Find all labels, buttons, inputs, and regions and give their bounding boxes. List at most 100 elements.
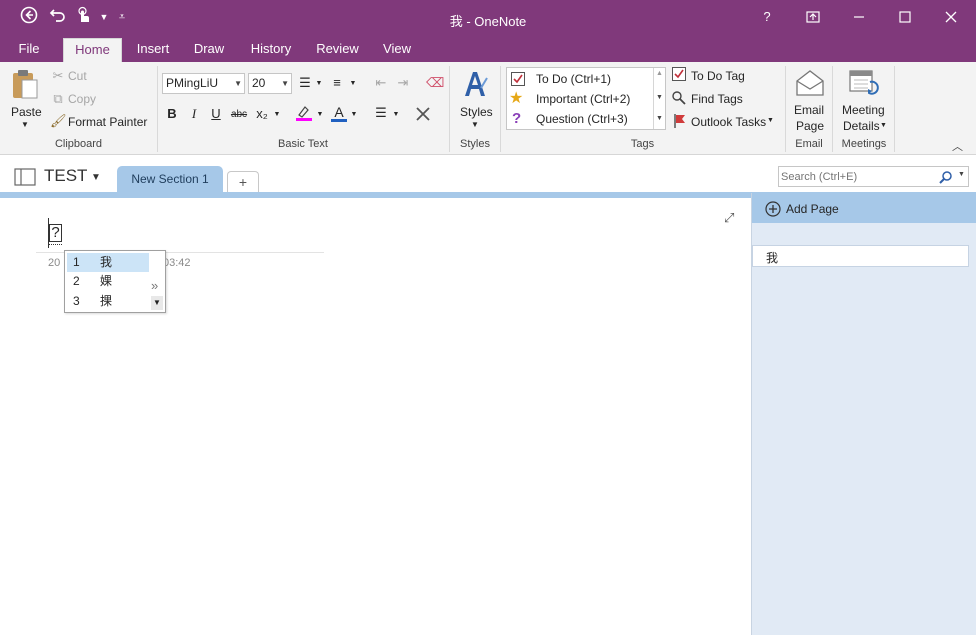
chevron-down-icon[interactable]: ▼ — [314, 76, 324, 92]
ime-candidate[interactable]: 3 捰 — [67, 292, 149, 311]
styles-icon — [465, 72, 488, 96]
scroll-up-icon[interactable]: ▲ — [656, 70, 663, 77]
page-list-item[interactable]: 我 — [752, 245, 969, 267]
subscript-button[interactable]: x₂ — [253, 106, 271, 122]
scroll-down-icon[interactable]: ▼ — [656, 94, 663, 101]
tag-important-label: Important (Ctrl+2) — [536, 92, 631, 106]
find-tags-button[interactable]: Find Tags — [691, 92, 743, 106]
ime-underline — [49, 244, 62, 245]
collapse-ribbon-icon[interactable]: ︿ — [952, 138, 963, 154]
ime-expand-button[interactable]: » — [151, 278, 158, 293]
close-button[interactable] — [928, 0, 974, 34]
outlook-tasks-button[interactable]: Outlook Tasks — [691, 115, 766, 129]
clear-formatting-icon[interactable]: ⌫ — [426, 75, 444, 91]
expand-icon[interactable]: ⤢ — [724, 210, 734, 226]
chevron-down-icon[interactable]: ▼ — [348, 76, 358, 92]
minimize-button[interactable] — [836, 0, 882, 34]
tab-file[interactable]: File — [8, 38, 50, 62]
chevron-down-icon[interactable]: ▼ — [281, 74, 289, 93]
chevron-down-icon[interactable]: ▼ — [349, 107, 359, 123]
find-tags-icon — [672, 91, 686, 105]
numbering-icon[interactable]: ≡ — [329, 75, 345, 91]
delete-icon[interactable] — [414, 105, 432, 123]
scissors-icon: ✂ — [52, 68, 64, 83]
chevron-down-icon[interactable]: ▼ — [958, 171, 965, 178]
styles-button[interactable]: Styles ▼ — [455, 66, 495, 134]
format-painter-button[interactable]: Format Painter — [68, 115, 147, 129]
paste-label: Paste — [11, 105, 42, 119]
styles-group-label: Styles — [460, 138, 490, 150]
chevron-down-icon[interactable]: ▼ — [315, 107, 325, 123]
chevron-down-icon[interactable]: ▼ — [391, 107, 401, 123]
divider — [894, 66, 895, 152]
flag-icon — [674, 114, 685, 128]
tags-gallery-scroll[interactable]: ▲ ▼ ▼ — [653, 68, 666, 129]
increase-indent-icon[interactable]: ⇥ — [394, 75, 412, 91]
strikethrough-button[interactable]: abc — [229, 107, 249, 123]
basic-text-group-label: Basic Text — [278, 138, 328, 150]
add-section-button[interactable]: + — [227, 171, 259, 193]
help-button[interactable]: ? — [744, 0, 790, 34]
ime-page-down-icon[interactable]: ▼ — [151, 296, 163, 310]
underline-button[interactable]: U — [209, 106, 223, 122]
chevron-down-icon[interactable]: ▼ — [234, 74, 242, 93]
chevron-down-icon[interactable]: ▼ — [91, 172, 101, 183]
tag-important-item[interactable]: ★ Important (Ctrl+2) — [507, 89, 652, 109]
meeting-details-label-line1: Meeting — [842, 103, 885, 117]
decrease-indent-icon[interactable]: ⇤ — [372, 75, 390, 91]
ime-candidate-window: 1 我 2 婐 3 捰 » ▼ — [64, 250, 166, 313]
email-page-button[interactable]: Email Page — [790, 66, 830, 134]
page-time: 03:42 — [163, 257, 191, 269]
paste-button[interactable]: Paste ▼ — [8, 66, 42, 132]
chevron-down-icon[interactable]: ▼ — [767, 117, 774, 124]
highlight-icon[interactable] — [295, 104, 313, 122]
bullets-icon[interactable]: ☰ — [297, 75, 313, 91]
divider — [832, 66, 833, 152]
font-name-combo[interactable]: PMingLiU ▼ — [162, 73, 245, 94]
notebook-name[interactable]: TEST — [44, 166, 87, 186]
todo-tag-button[interactable]: To Do Tag — [691, 69, 745, 83]
chevron-down-icon[interactable]: ▼ — [272, 107, 282, 123]
tab-draw[interactable]: Draw — [186, 38, 232, 62]
tab-section-new-section-1[interactable]: New Section 1 — [117, 166, 223, 193]
maximize-button[interactable] — [882, 0, 928, 34]
ime-candidate[interactable]: 1 我 — [67, 253, 149, 272]
meeting-details-button[interactable]: Meeting Details ▼ — [838, 66, 890, 134]
tab-view[interactable]: View — [374, 38, 420, 62]
search-box[interactable]: ▼ — [778, 166, 969, 187]
tab-home[interactable]: Home — [63, 38, 122, 62]
page-title-char[interactable]: ? — [49, 224, 62, 242]
add-page-label: Add Page — [786, 202, 839, 216]
question-icon: ? — [512, 110, 522, 127]
tab-history[interactable]: History — [243, 38, 299, 62]
font-color-swatch — [331, 119, 347, 122]
bold-button[interactable]: B — [165, 106, 179, 122]
paste-dropdown-icon[interactable]: ▼ — [21, 120, 29, 129]
meetings-group-label: Meetings — [841, 138, 887, 150]
chevron-down-icon[interactable]: ▼ — [471, 120, 479, 129]
tag-todo-item[interactable]: To Do (Ctrl+1) — [507, 69, 652, 89]
chevron-down-icon[interactable]: ▼ — [880, 122, 887, 129]
envelope-icon — [796, 70, 824, 96]
title-bar: ▼ ⩡ 我 - OneNote ? — [0, 0, 976, 38]
search-icon[interactable] — [939, 170, 953, 184]
star-icon: ★ — [509, 90, 524, 107]
ribbon-display-options-icon[interactable] — [790, 0, 836, 34]
copy-button[interactable]: Copy — [68, 92, 96, 106]
font-color-button[interactable]: A — [330, 103, 348, 123]
tab-review[interactable]: Review — [310, 38, 365, 62]
tags-gallery: To Do (Ctrl+1) ★ Important (Ctrl+2) ? Qu… — [506, 67, 666, 130]
cut-button[interactable]: Cut — [68, 69, 87, 83]
search-input[interactable] — [781, 168, 931, 185]
meeting-calendar-icon — [849, 70, 879, 95]
gallery-more-icon[interactable]: ▼ — [656, 115, 663, 122]
tag-question-item[interactable]: ? Question (Ctrl+3) — [507, 109, 652, 129]
email-page-label-line2: Page — [796, 119, 825, 133]
tab-insert[interactable]: Insert — [128, 38, 178, 62]
align-icon[interactable]: ☰ — [372, 105, 390, 121]
candidate-number: 2 — [73, 274, 80, 288]
font-size-combo[interactable]: 20 ▼ — [248, 73, 292, 94]
ime-candidate[interactable]: 2 婐 — [67, 272, 149, 291]
add-page-button[interactable]: Add Page — [752, 193, 976, 223]
italic-button[interactable]: I — [187, 106, 201, 122]
